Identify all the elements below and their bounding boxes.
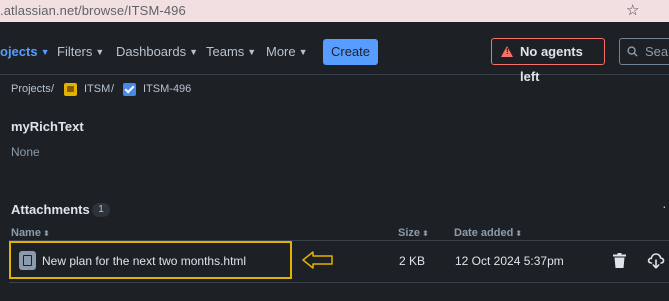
chevron-down-icon: ▼ [247,47,257,57]
more-actions-icon[interactable]: · [662,198,667,214]
attachments-count-badge: 1 [92,203,110,217]
breadcrumb-separator: / [111,83,115,95]
sort-icon: ⬍ [42,229,50,238]
trash-icon[interactable] [613,253,626,268]
url-text[interactable]: .atlassian.net/browse/ITSM-496 [0,3,186,18]
nav-projects-label: ojects [0,44,38,59]
attachment-size: 2 KB [399,254,426,268]
cloud-download-icon[interactable] [647,252,665,269]
star-icon[interactable]: ☆ [626,1,639,19]
breadcrumb-projects[interactable]: Projects [11,83,51,95]
column-header-size[interactable]: Size ⬍ [398,227,429,239]
project-icon [64,83,77,96]
column-name-label: Name [11,227,41,239]
task-icon [123,83,136,96]
create-button[interactable]: Create [323,39,378,65]
chevron-down-icon: ▼ [189,47,199,57]
chevron-down-icon: ▼ [40,47,50,57]
breadcrumb-separator: / [51,83,55,95]
arrow-left-icon [302,251,333,269]
field-title: myRichText [11,119,84,134]
breadcrumb-issue[interactable]: ITSM-496 [143,83,191,95]
nav-more[interactable]: More ▼ [266,44,308,59]
search-placeholder: Sear [645,44,669,59]
nav-dashboards[interactable]: Dashboards ▼ [116,44,198,59]
nav-teams[interactable]: Teams ▼ [206,44,256,59]
column-header-name[interactable]: Name ⬍ [11,227,50,239]
table-row-divider [9,282,669,283]
field-value[interactable]: None [11,145,40,159]
column-size-label: Size [398,227,421,239]
nav-dashboards-label: Dashboards [116,44,187,59]
nav-projects[interactable]: ojects ▼ [0,44,50,59]
nav-teams-label: Teams [206,44,245,59]
attachment-name-link[interactable]: New plan for the next two months.html [42,254,246,268]
file-icon [19,251,36,270]
sort-icon: ⬍ [422,229,429,238]
browser-url-bar[interactable]: .atlassian.net/browse/ITSM-496 ☆ [0,0,669,22]
nav-more-label: More [266,44,296,59]
attachment-date: 12 Oct 2024 5:37pm [455,254,564,268]
sort-icon: ⬍ [515,229,522,238]
chevron-down-icon: ▼ [95,47,105,57]
no-agents-label: No agents left [520,44,583,84]
nav-filters-label: Filters [57,44,93,59]
chevron-down-icon: ▼ [298,47,308,57]
column-date-label: Date added [454,227,514,239]
no-agents-button[interactable]: ! No agents left [491,38,605,84]
search-icon [627,39,638,64]
search-input[interactable]: Sear [619,38,669,65]
nav-filters[interactable]: Filters ▼ [57,44,104,59]
warning-icon-mark: ! [506,47,509,56]
attachments-heading: Attachments [11,202,90,217]
breadcrumb-project[interactable]: ITSM [84,83,110,95]
top-nav: ojects ▼ Filters ▼ Dashboards ▼ Teams ▼ More… [0,28,669,84]
column-header-date[interactable]: Date added ⬍ [454,227,522,239]
